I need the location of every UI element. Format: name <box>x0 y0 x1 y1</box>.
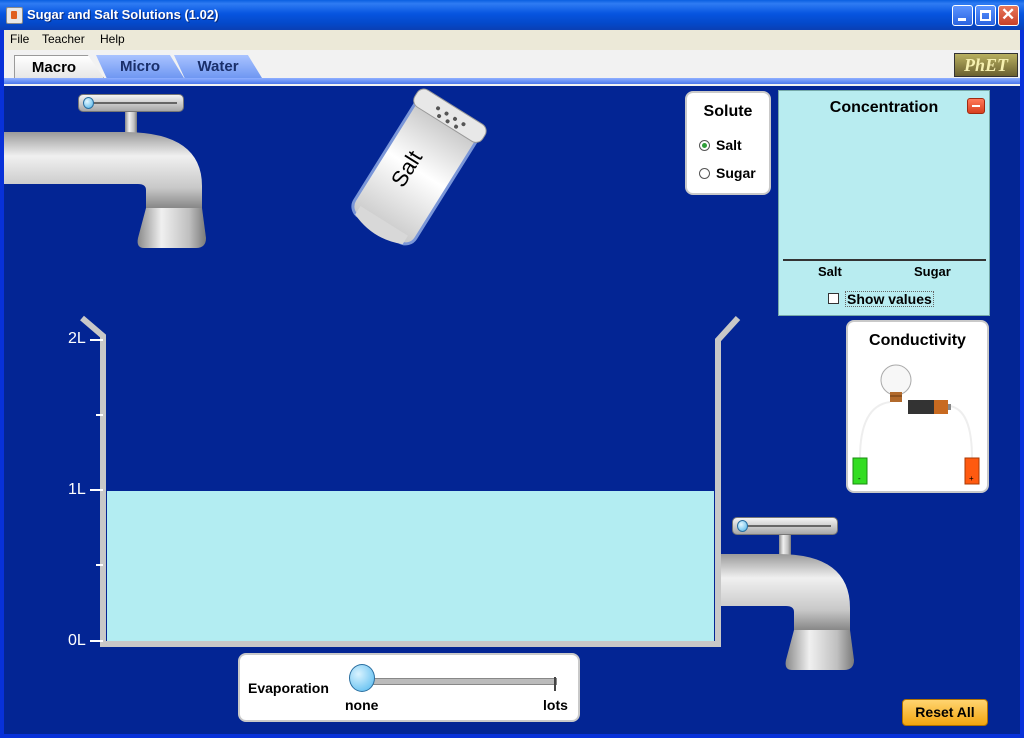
show-values-checkbox[interactable] <box>828 293 839 304</box>
solute-panel: Solute Salt Sugar <box>685 91 771 195</box>
evaporation-slider-end-tick <box>554 677 556 691</box>
evaporation-slider-track[interactable] <box>355 678 557 685</box>
concentration-label-salt: Salt <box>818 264 842 279</box>
negative-symbol: - <box>858 474 861 483</box>
simulation-canvas: Salt 2L 1L 0L Solute Salt Sugar Concentr… <box>4 86 1020 734</box>
drain-faucet[interactable] <box>720 534 854 670</box>
application-window: Sugar and Salt Solutions (1.02) ✕ File T… <box>0 0 1024 738</box>
sugar-radio-label[interactable]: Sugar <box>716 165 756 181</box>
maximize-button[interactable] <box>975 5 996 26</box>
drain-faucet-track <box>739 525 831 527</box>
tab-water[interactable]: Water <box>174 55 262 78</box>
input-faucet[interactable] <box>4 112 206 248</box>
evaporation-slider-knob[interactable] <box>349 664 375 692</box>
tab-micro[interactable]: Micro <box>96 55 184 78</box>
java-app-icon <box>6 7 23 24</box>
input-faucet-track <box>85 102 177 104</box>
window-title: Sugar and Salt Solutions (1.02) <box>27 7 219 22</box>
reset-all-button[interactable]: Reset All <box>902 699 988 726</box>
concentration-title: Concentration <box>829 99 939 116</box>
sugar-radio[interactable] <box>699 168 710 179</box>
concentration-label-sugar: Sugar <box>914 264 951 279</box>
evaporation-max-label: lots <box>543 697 568 713</box>
beaker-label-1l: 1L <box>68 481 86 498</box>
light-bulb-icon <box>880 364 912 402</box>
maximize-icon <box>980 10 991 21</box>
beaker-label-2l: 2L <box>68 330 86 347</box>
tab-bar-underline <box>4 78 1020 84</box>
title-bar[interactable]: Sugar and Salt Solutions (1.02) ✕ <box>0 0 1024 30</box>
evaporation-min-label: none <box>345 697 379 713</box>
beaker-label-0l: 0L <box>68 632 86 649</box>
beaker <box>80 315 741 647</box>
salt-radio-label[interactable]: Salt <box>716 137 742 153</box>
salt-radio[interactable] <box>699 140 710 151</box>
menu-help[interactable]: Help <box>100 32 125 46</box>
conductivity-panel: Conductivity - + <box>846 320 989 493</box>
minimize-panel-button[interactable] <box>967 98 985 114</box>
tab-macro[interactable]: Macro <box>14 55 104 78</box>
show-values-label[interactable]: Show values <box>845 291 934 307</box>
concentration-axis <box>783 259 986 261</box>
battery-icon <box>908 400 951 414</box>
phet-logo[interactable]: PhET <box>954 53 1018 77</box>
menu-file[interactable]: File <box>10 32 29 46</box>
positive-symbol: + <box>969 474 974 483</box>
close-icon: ✕ <box>1001 5 1016 24</box>
drain-faucet-slider[interactable] <box>732 517 838 535</box>
water <box>107 491 714 642</box>
minimize-icon <box>958 18 966 21</box>
conductivity-tester[interactable]: - + <box>848 358 987 488</box>
minimize-button[interactable] <box>952 5 973 26</box>
solute-title: Solute <box>703 103 753 120</box>
tab-bar: Water Micro Macro PhET <box>4 50 1020 86</box>
menu-bar: File Teacher Help <box>4 30 1020 50</box>
input-faucet-knob[interactable] <box>83 97 94 109</box>
close-button[interactable]: ✕ <box>998 5 1019 26</box>
concentration-panel: Concentration Salt Sugar Show values <box>778 90 990 316</box>
drain-faucet-knob[interactable] <box>737 520 748 532</box>
evaporation-label: Evaporation <box>248 680 329 696</box>
input-faucet-slider[interactable] <box>78 94 184 112</box>
conductivity-title: Conductivity <box>869 332 966 349</box>
menu-teacher[interactable]: Teacher <box>42 32 85 46</box>
evaporation-panel: Evaporation none lots <box>238 653 580 722</box>
